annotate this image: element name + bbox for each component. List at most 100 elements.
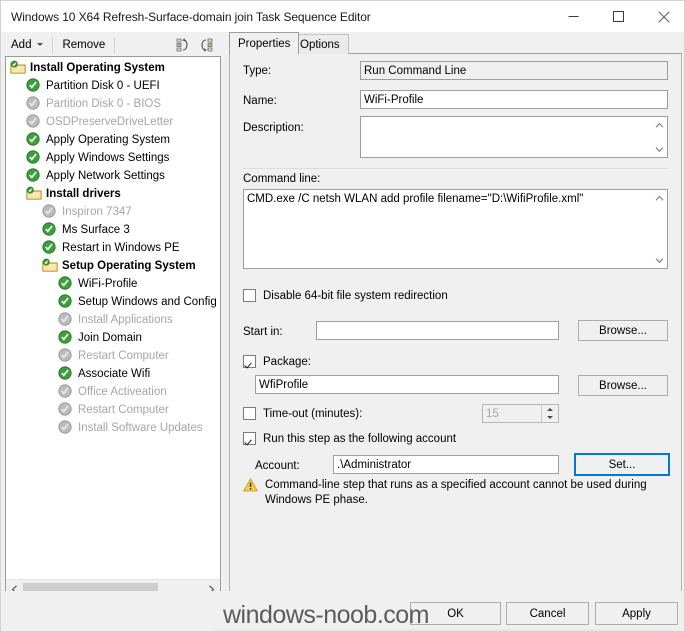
- tree-item-ms-surface-3[interactable]: Ms Surface 3: [6, 221, 220, 239]
- tree-item-label: Restart Computer: [78, 404, 169, 416]
- package-checkbox-row[interactable]: Package:: [243, 355, 311, 368]
- command-line-label: Command line:: [243, 173, 321, 185]
- maximize-icon: [613, 11, 624, 22]
- cancel-label: Cancel: [529, 607, 566, 620]
- timeout-increment-button[interactable]: [542, 405, 558, 414]
- enabled-step-check-icon: [26, 78, 42, 94]
- tree-item-apply-windows-settings[interactable]: Apply Windows Settings: [6, 149, 220, 167]
- move-down-list-button[interactable]: [195, 34, 217, 55]
- tree-item-join-domain[interactable]: Join Domain: [6, 329, 220, 347]
- tree-item-restart-computer[interactable]: Restart Computer: [6, 347, 220, 365]
- enabled-step-check-icon: [58, 276, 72, 290]
- tree-item-label: Associate Wifi: [78, 368, 151, 380]
- disabled-step-check-icon: [42, 204, 58, 220]
- disabled-step-check-icon: [58, 420, 72, 434]
- tree-item-label: WiFi-Profile: [78, 278, 138, 290]
- disabled-step-check-icon: [58, 402, 72, 416]
- scroll-down-button[interactable]: [652, 252, 668, 268]
- remove-button[interactable]: Remove: [57, 34, 110, 55]
- tree-item-install-operating-system[interactable]: Install Operating System: [6, 59, 220, 77]
- move-up-list-button[interactable]: [173, 34, 195, 55]
- tree-item-label: Join Domain: [78, 332, 142, 344]
- tree-item-label: OSDPreserveDriveLetter: [46, 116, 174, 128]
- enabled-step-check-icon: [26, 168, 42, 184]
- run-as-checkbox-row[interactable]: Run this step as the following account: [243, 432, 456, 445]
- run-as-checkbox[interactable]: [243, 432, 256, 445]
- remove-button-label: Remove: [62, 38, 106, 51]
- tree-item-associate-wifi[interactable]: Associate Wifi: [6, 365, 220, 383]
- name-input[interactable]: WiFi-Profile: [360, 90, 668, 109]
- package-checkbox[interactable]: [243, 355, 256, 368]
- timeout-decrement-button[interactable]: [542, 414, 558, 423]
- folder-group-icon: [26, 186, 42, 200]
- tree-item-label: Setup Windows and Config: [78, 296, 217, 308]
- start-in-browse-label: Browse...: [599, 324, 647, 337]
- run-as-label: Run this step as the following account: [263, 432, 457, 445]
- scroll-down-button[interactable]: [652, 141, 668, 157]
- tab-properties[interactable]: Properties: [229, 32, 300, 54]
- timeout-checkbox-row[interactable]: Time-out (minutes):: [243, 407, 362, 420]
- watermark-underline: [213, 629, 673, 631]
- tab-options[interactable]: Options: [291, 34, 349, 54]
- folder-group-icon: [10, 60, 26, 76]
- start-in-input[interactable]: [316, 321, 559, 340]
- timeout-stepper[interactable]: 15: [482, 404, 559, 423]
- set-account-button[interactable]: Set...: [574, 453, 670, 476]
- caret-down-icon: [547, 416, 553, 420]
- tree-item-restart-in-windows-pe[interactable]: Restart in Windows PE: [6, 239, 220, 257]
- tree-item-install-applications[interactable]: Install Applications: [6, 311, 220, 329]
- tree-item-setup-windows-and-config[interactable]: Setup Windows and Config: [6, 293, 220, 311]
- add-button[interactable]: Add: [6, 34, 48, 55]
- disable-redirection-checkbox[interactable]: [243, 289, 256, 302]
- minimize-button[interactable]: [551, 1, 596, 32]
- tree-item-install-software-updates[interactable]: Install Software Updates: [6, 419, 220, 437]
- section-divider: [243, 168, 668, 169]
- maximize-button[interactable]: [596, 1, 641, 32]
- timeout-checkbox[interactable]: [243, 407, 256, 420]
- tree-item-wifi-profile[interactable]: WiFi-Profile: [6, 275, 220, 293]
- tree-item-partition-disk-0-uefi[interactable]: Partition Disk 0 - UEFI: [6, 77, 220, 95]
- toolbar-icon-group: [173, 34, 223, 55]
- description-scrollbar[interactable]: [651, 117, 667, 157]
- apply-button[interactable]: Apply: [595, 602, 678, 625]
- cancel-button[interactable]: Cancel: [506, 602, 589, 625]
- timeout-value: 15: [486, 407, 499, 420]
- close-button[interactable]: [641, 1, 684, 32]
- tree-item-partition-disk-0-bios[interactable]: Partition Disk 0 - BIOS: [6, 95, 220, 113]
- command-line-scrollbar[interactable]: [651, 190, 667, 268]
- command-line-textarea[interactable]: CMD.exe /C netsh WLAN add profile filena…: [243, 189, 668, 269]
- tree-item-apply-network-settings[interactable]: Apply Network Settings: [6, 167, 220, 185]
- disabled-step-check-icon: [58, 384, 72, 398]
- move-down-list-icon: [201, 38, 213, 52]
- tree-item-label: Apply Network Settings: [46, 170, 165, 182]
- tree-item-apply-operating-system[interactable]: Apply Operating System: [6, 131, 220, 149]
- tree-item-restart-computer[interactable]: Restart Computer: [6, 401, 220, 419]
- package-browse-button[interactable]: Browse...: [578, 375, 668, 396]
- task-sequence-editor-window: Windows 10 X64 Refresh-Surface-domain jo…: [0, 0, 685, 632]
- description-textarea[interactable]: [360, 116, 668, 158]
- package-input[interactable]: WfiProfile: [255, 375, 559, 394]
- account-input[interactable]: .\Administrator: [333, 455, 559, 474]
- enabled-step-check-icon: [42, 240, 58, 256]
- tree-item-label: Apply Operating System: [46, 134, 171, 146]
- start-in-browse-button[interactable]: Browse...: [578, 320, 668, 341]
- command-line-value: CMD.exe /C netsh WLAN add profile filena…: [247, 193, 584, 205]
- window-title: Windows 10 X64 Refresh-Surface-domain jo…: [11, 9, 371, 24]
- task-sequence-tree[interactable]: Install Operating System Partition Disk 0…: [5, 56, 221, 599]
- disabled-step-check-icon: [58, 312, 72, 326]
- disable-redirection-checkbox-row[interactable]: Disable 64-bit file system redirection: [243, 289, 448, 302]
- timeout-stepper-buttons[interactable]: [541, 405, 558, 422]
- tree-item-setup-operating-system[interactable]: Setup Operating System: [6, 257, 220, 275]
- scroll-up-button[interactable]: [652, 117, 668, 133]
- disabled-step-check-icon: [26, 114, 40, 128]
- scroll-up-button[interactable]: [652, 190, 668, 206]
- disabled-step-check-icon: [26, 114, 42, 130]
- tree-item-inspiron-7347[interactable]: Inspiron 7347: [6, 203, 220, 221]
- disabled-step-check-icon: [58, 384, 74, 400]
- enabled-step-check-icon: [26, 132, 42, 148]
- tree-item-install-drivers[interactable]: Install drivers: [6, 185, 220, 203]
- caret-up-icon: [547, 407, 553, 411]
- tree-item-office-activeation[interactable]: Office Activeation: [6, 383, 220, 401]
- tree-item-osdpreservedriveletter[interactable]: OSDPreserveDriveLetter: [6, 113, 220, 131]
- ok-button[interactable]: OK: [410, 602, 501, 625]
